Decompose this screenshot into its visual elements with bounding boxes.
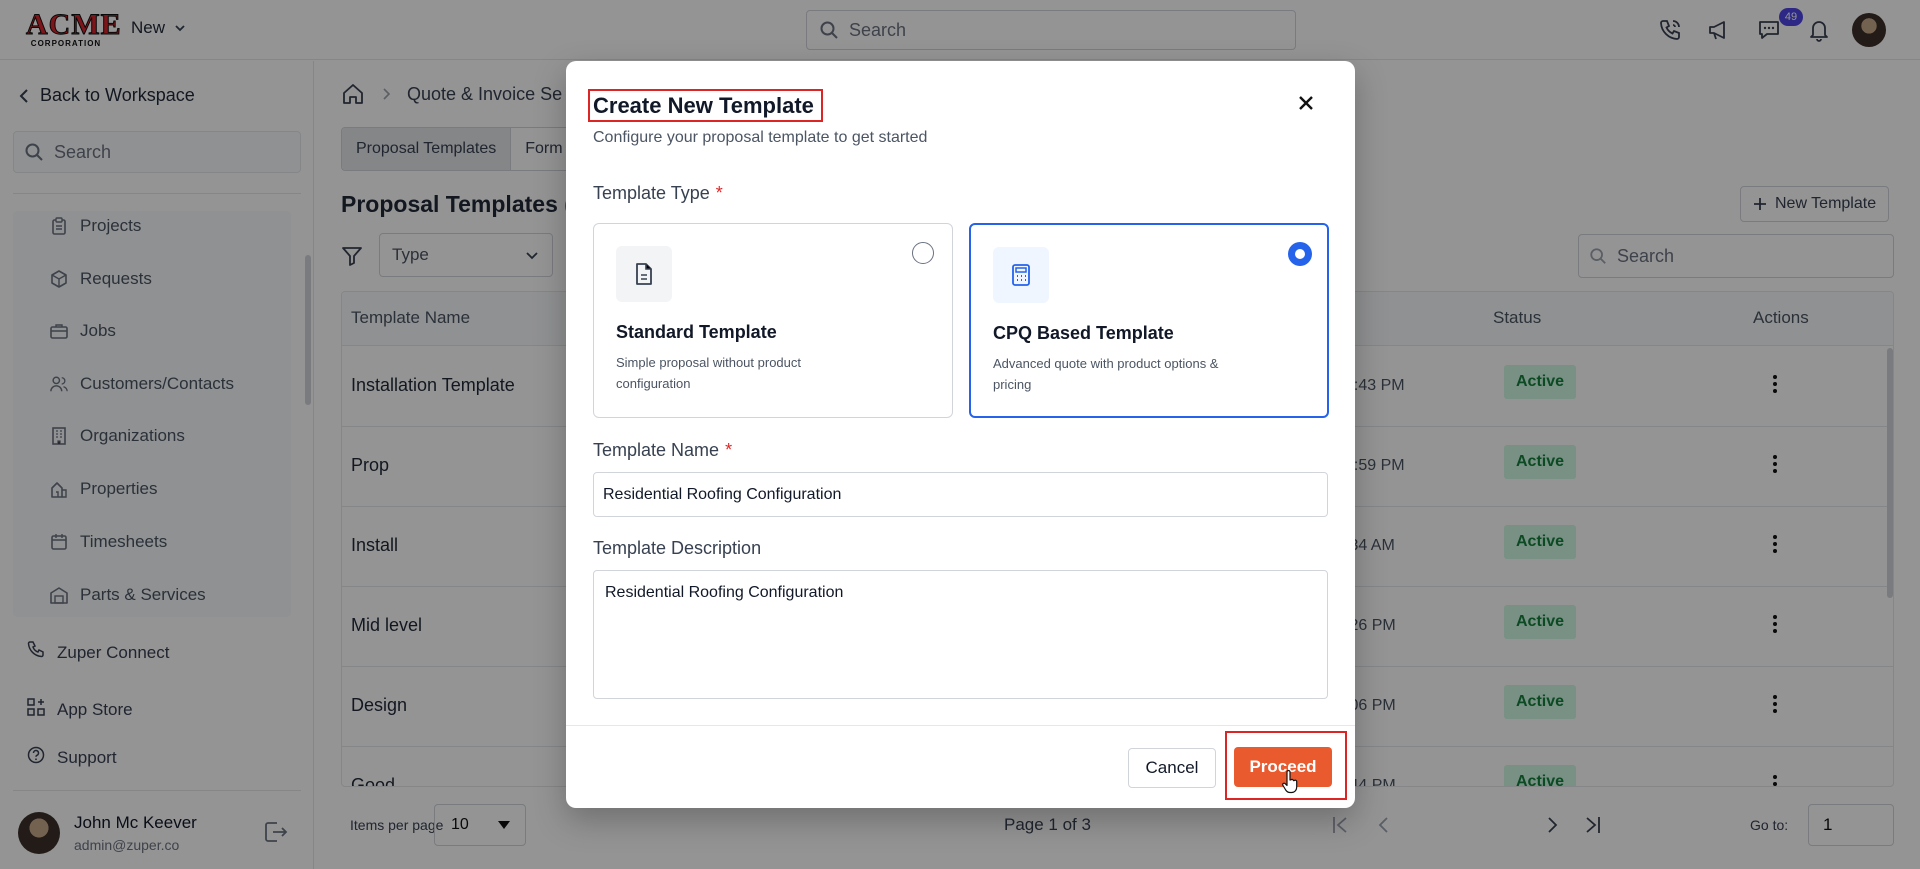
divider [566, 725, 1355, 726]
template-description-label: Template Description [593, 538, 762, 558]
template-name-label: Template Name * [593, 440, 732, 461]
required-mark: * [725, 440, 733, 460]
template-type-label: Template Type * [593, 183, 723, 204]
option-title: CPQ Based Template [993, 323, 1174, 343]
standard-template-option[interactable]: Standard Template Simple proposal withou… [593, 223, 953, 418]
option-description: Simple proposal without product configur… [616, 355, 801, 391]
option-title: Standard Template [616, 322, 777, 342]
template-name-input[interactable]: Residential Roofing Configuration [593, 472, 1328, 517]
template-type-label-text: Template Type [593, 183, 710, 203]
cpq-template-radio[interactable] [1288, 242, 1312, 266]
dialog-subtitle: Configure your proposal template to get … [593, 129, 928, 146]
template-name-label-text: Template Name [593, 440, 720, 460]
standard-template-radio[interactable] [912, 242, 934, 264]
template-description-textarea[interactable]: Residential Roofing Configuration [593, 570, 1328, 699]
create-template-dialog: Create New Template Configure your propo… [566, 61, 1355, 808]
hand-cursor-icon [1281, 769, 1299, 799]
calculator-icon [993, 247, 1049, 303]
required-mark: * [715, 183, 723, 203]
cancel-button[interactable]: Cancel [1128, 748, 1216, 788]
cpq-template-option[interactable]: CPQ Based Template Advanced quote with p… [969, 223, 1329, 418]
document-icon [616, 246, 672, 302]
dialog-title: Create New Template [593, 93, 814, 118]
option-description: Advanced quote with product options & pr… [993, 356, 1219, 392]
close-icon[interactable] [1298, 95, 1314, 116]
